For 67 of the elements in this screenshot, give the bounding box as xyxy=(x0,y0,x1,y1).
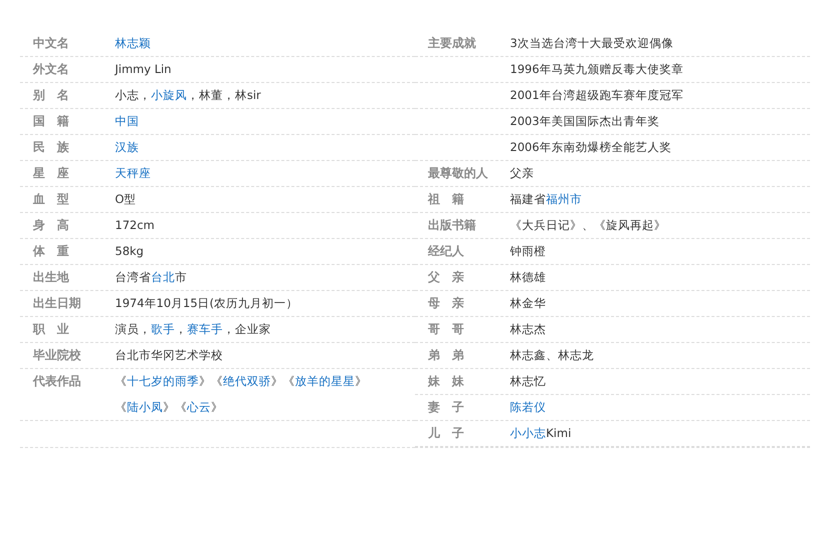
field-value: 小小志Kimi xyxy=(510,426,572,440)
link[interactable]: 天秤座 xyxy=(115,166,151,180)
link[interactable]: 歌手 xyxy=(151,322,175,336)
link[interactable]: 绝代双骄 xyxy=(223,374,271,388)
field-label: 祖 籍 xyxy=(428,192,464,206)
link[interactable]: 小旋风 xyxy=(151,88,187,102)
link[interactable]: 福州市 xyxy=(546,192,582,206)
field-value: 《大兵日记》、《旋风再起》 xyxy=(510,218,666,232)
field-value: 林志忆 xyxy=(510,374,546,388)
field-label: 妹 妹 xyxy=(428,374,464,388)
field-label: 身 高 xyxy=(33,218,69,232)
field-value: Jimmy Lin xyxy=(115,62,172,76)
field-label: 毕业院校 xyxy=(33,348,81,362)
field-label: 职 业 xyxy=(33,322,69,336)
field-label: 外文名 xyxy=(33,62,69,76)
field-label: 体 重 xyxy=(33,244,69,258)
link[interactable]: 小小志 xyxy=(510,426,546,440)
field-value: 父亲 xyxy=(510,166,534,180)
field-label: 哥 哥 xyxy=(428,322,464,336)
field-value: 1974年10月15日(农历九月初一） xyxy=(115,296,298,310)
field-value: 台北市华冈艺术学校 xyxy=(115,348,223,362)
link[interactable]: 陆小凤 xyxy=(127,400,163,414)
field-label: 母 亲 xyxy=(428,296,464,310)
field-value: 3次当选台湾十大最受欢迎偶像 xyxy=(510,36,674,50)
field-label: 代表作品 xyxy=(33,374,81,388)
link[interactable]: 十七岁的雨季 xyxy=(127,374,199,388)
field-label: 儿 子 xyxy=(428,426,464,440)
field-value: 2003年美国国际杰出青年奖 xyxy=(510,114,660,128)
field-value: 小志，小旋风，林董，林sir xyxy=(115,88,261,102)
field-value: 2001年台湾超级跑车赛年度冠军 xyxy=(510,88,684,102)
field-value: 演员，歌手，赛车手，企业家 xyxy=(115,322,271,336)
field-label: 别 名 xyxy=(33,88,69,102)
field-label: 出版书籍 xyxy=(428,218,476,232)
field-value: 1996年马英九颁赠反毒大使奖章 xyxy=(510,62,684,76)
field-label: 经纪人 xyxy=(428,244,464,258)
link[interactable]: 赛车手 xyxy=(187,322,223,336)
field-label: 出生地 xyxy=(33,270,69,284)
link[interactable]: 心云 xyxy=(187,400,211,414)
field-label: 主要成就 xyxy=(428,36,476,50)
field-value: 2006年东南劲爆榜全能艺人奖 xyxy=(510,140,672,154)
field-label: 中文名 xyxy=(33,36,69,50)
field-value: 林德雄 xyxy=(510,270,546,284)
field-label: 国 籍 xyxy=(33,114,69,128)
field-value: 林志杰 xyxy=(510,322,546,336)
field-label: 弟 弟 xyxy=(428,348,464,362)
field-label: 父 亲 xyxy=(428,270,464,284)
field-label: 民 族 xyxy=(33,140,69,154)
link[interactable]: 林志颖 xyxy=(115,36,151,50)
link[interactable]: 汉族 xyxy=(115,140,139,154)
field-value: 172cm xyxy=(115,218,154,232)
field-value: 林志鑫、林志龙 xyxy=(510,348,594,362)
field-value: 林金华 xyxy=(510,296,546,310)
field-value: O型 xyxy=(115,192,136,206)
field-label: 出生日期 xyxy=(33,296,81,310)
field-value: 台湾省台北市 xyxy=(115,270,187,284)
link[interactable]: 放羊的星星 xyxy=(295,374,355,388)
field-value: 58kg xyxy=(115,244,144,258)
field-value: 福建省福州市 xyxy=(510,192,582,206)
field-value: 钟雨橙 xyxy=(510,244,546,258)
field-value: 《十七岁的雨季》《绝代双骄》《放羊的星星》《陆小凤》《心云》 xyxy=(115,374,367,414)
field-label: 星 座 xyxy=(33,166,69,180)
link[interactable]: 陈若仪 xyxy=(510,400,546,414)
link[interactable]: 中国 xyxy=(115,114,139,128)
field-label: 血 型 xyxy=(33,192,69,206)
field-label: 最尊敬的人 xyxy=(428,166,488,180)
field-label: 妻 子 xyxy=(428,400,464,414)
link[interactable]: 台北 xyxy=(151,270,175,284)
